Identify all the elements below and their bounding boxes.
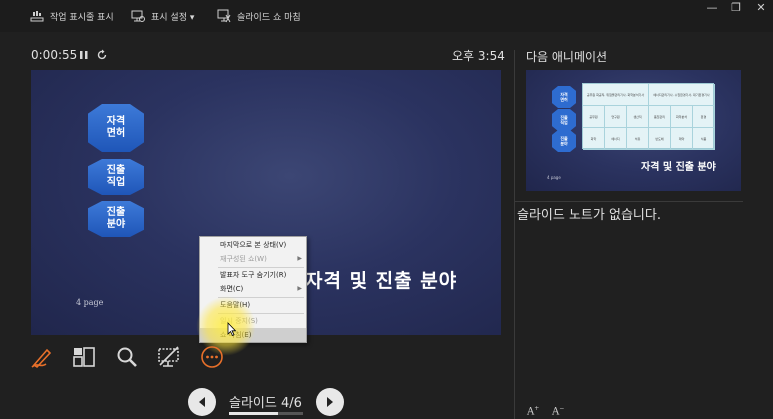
preview-cell: 에너지 [605, 128, 627, 150]
restore-button[interactable]: ❐ [729, 2, 743, 14]
preview-cell: 공무원 [583, 106, 605, 128]
show-taskbar-label: 작업 표시줄 표시 [50, 12, 114, 23]
slide-title: 자격 및 진출 분야 [305, 270, 458, 292]
elapsed-timer: 0:00:55 [31, 48, 78, 62]
menu-item-last-viewed[interactable]: 마지막으로 본 상태(V) [200, 238, 306, 252]
preview-title: 자격 및 진출 분야 [641, 162, 716, 173]
restart-timer-icon[interactable] [96, 48, 108, 62]
menu-item-label: 화면(C) [220, 285, 244, 293]
menu-item-hide-presenter[interactable]: 발표자 도구 숨기기(R) [200, 268, 306, 282]
preview-cell: 화학 [583, 128, 605, 150]
preview-hexagon-field: 진출 분야 [552, 130, 576, 152]
next-animation-label: 다음 애니메이션 [526, 50, 608, 64]
submenu-arrow-icon: ▶ [297, 255, 302, 262]
current-clock: 오후 3:54 [452, 49, 505, 63]
preview-page-label: 4 page [547, 175, 561, 180]
menu-item-label: 마지막으로 본 상태(V) [220, 241, 287, 249]
menu-item-label: 도움말(H) [220, 301, 251, 309]
mouse-cursor-icon [227, 322, 237, 336]
screen-toggle-icon[interactable] [156, 344, 182, 370]
menu-item-label: 일시 중지(S) [220, 317, 258, 325]
menu-item-end-show[interactable]: 쇼 마침(E) [200, 328, 306, 342]
preview-cell: 제약 [671, 128, 693, 150]
pause-icon[interactable] [78, 48, 90, 62]
presenter-view: 작업 표시줄 표시 표시 설정 ▾ 슬라이드 쇼 마침 — ❐ ✕ 0:00:5… [0, 0, 773, 419]
preview-cell: 식품 [693, 128, 715, 150]
slide-hexagon-field: 진출 분야 [88, 201, 144, 237]
preview-cell: 품질관리 [649, 106, 671, 128]
preview-cell: 석유 [627, 128, 649, 150]
preview-cell: 연구원 [605, 106, 627, 128]
speaker-notes[interactable]: 슬라이드 노트가 없습니다. [517, 204, 661, 223]
preview-cell: 공무원 화공직, 위험물관리기사, 화학분석기사 [583, 84, 649, 106]
preview-table: 공무원 화공직, 위험물관리기사, 화학분석기사 에너지관리기사, 수질환경기사… [582, 83, 715, 150]
zoom-icon[interactable] [114, 344, 140, 370]
next-slide-button[interactable] [316, 388, 344, 416]
preview-hexagon-career: 진출 직업 [552, 109, 576, 131]
display-settings-label: 표시 설정 ▾ [151, 12, 195, 23]
next-slide-preview[interactable]: 자격 면허 진출 직업 진출 분야 공무원 화공직, 위험물관리기사, 화학분석… [526, 70, 741, 191]
taskbar-icon [30, 11, 44, 22]
display-icon [131, 10, 145, 22]
close-button[interactable]: ✕ [754, 2, 768, 14]
slide-grid-icon[interactable] [71, 344, 97, 370]
context-menu: 마지막으로 본 상태(V) 재구성된 쇼(W) ▶ 발표자 도구 숨기기(R) 화… [199, 236, 307, 343]
menu-item-custom-show[interactable]: 재구성된 쇼(W) ▶ [200, 252, 306, 266]
preview-cell: 에너지관리기사, 수질환경기사, 대기환경기사 [649, 84, 715, 106]
slide-hexagon-license: 자격 면허 [88, 104, 144, 152]
preview-cell: 환경 [693, 106, 715, 128]
chevron-right-icon [327, 397, 333, 407]
pen-icon[interactable] [29, 344, 55, 370]
presenter-toolbar: 작업 표시줄 표시 표시 설정 ▾ 슬라이드 쇼 마침 — ❐ ✕ [0, 0, 773, 32]
previous-slide-button[interactable] [188, 388, 216, 416]
minimize-button[interactable]: — [705, 2, 719, 14]
display-settings-button[interactable]: 표시 설정 ▾ [131, 8, 194, 24]
menu-item-label: 발표자 도구 숨기기(R) [220, 271, 287, 279]
more-options-icon[interactable] [199, 344, 225, 370]
slide-counter[interactable]: 슬라이드 4/6 [229, 392, 302, 411]
end-slideshow-label: 슬라이드 쇼 마침 [237, 12, 301, 23]
chevron-left-icon [199, 397, 205, 407]
slide-progress-fill [229, 412, 278, 415]
decrease-font-button[interactable]: A− [552, 405, 564, 417]
increase-font-button[interactable]: A+ [527, 405, 539, 417]
end-slideshow-button[interactable]: 슬라이드 쇼 마침 [217, 8, 301, 24]
preview-cell: 반도체 [649, 128, 671, 150]
show-taskbar-button[interactable]: 작업 표시줄 표시 [30, 8, 114, 24]
submenu-arrow-icon: ▶ [297, 285, 302, 292]
panel-divider[interactable] [514, 50, 515, 419]
preview-hexagon-license: 자격 면허 [552, 86, 576, 108]
preview-cell: 화학분석 [671, 106, 693, 128]
menu-item-screen[interactable]: 화면(C) ▶ [200, 282, 306, 296]
menu-item-help[interactable]: 도움말(H) [200, 298, 306, 312]
menu-item-label: 재구성된 쇼(W) [220, 255, 267, 263]
preview-cell: 생산직 [627, 106, 649, 128]
end-show-icon [217, 9, 231, 23]
slide-page-label: 4 page [76, 298, 104, 307]
slide-hexagon-career: 진출 직업 [88, 159, 144, 195]
menu-item-pause[interactable]: 일시 중지(S) [200, 314, 306, 328]
notes-divider [515, 201, 743, 202]
